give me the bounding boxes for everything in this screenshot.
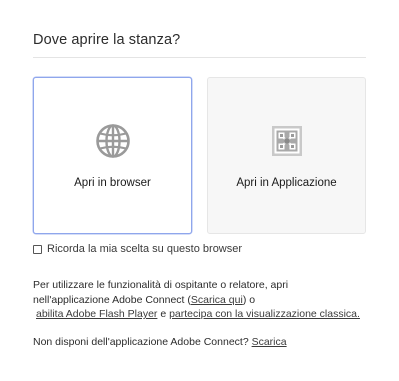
classic-view-link[interactable]: partecipa con la visualizzazione classic… (169, 308, 360, 320)
open-in-browser-label: Apri in browser (74, 177, 151, 189)
info-text: Per utilizzare le funzionalità di ospita… (33, 278, 373, 322)
open-in-application-label: Apri in Applicazione (236, 177, 337, 189)
remember-choice-checkbox[interactable] (33, 244, 42, 254)
info-line-3-middle: e (160, 308, 167, 320)
download-here-link[interactable]: Scarica qui (191, 294, 243, 306)
info-line-3: abilita Adobe Flash Player e partecipa c… (33, 307, 373, 322)
info-line-2-suffix: ) o (242, 293, 256, 306)
open-in-browser-option[interactable]: Apri in browser (33, 77, 192, 234)
info-line-1: Per utilizzare le funzionalità di ospita… (33, 279, 289, 291)
title-divider (33, 57, 366, 58)
enable-flash-player-link[interactable]: abilita Adobe Flash Player (36, 308, 157, 320)
dialog-title: Dove aprire la stanza? (33, 32, 181, 48)
open-room-dialog: Dove aprire la stanza? Apri in browser A… (0, 0, 399, 381)
globe-icon (95, 124, 130, 158)
no-app-text: Non disponi dell'applicazione Adobe Conn… (33, 336, 249, 348)
info-line-2: nell'applicazione Adobe Connect (Scarica… (33, 293, 373, 308)
remember-choice-label: Ricorda la mia scelta su questo browser (47, 243, 243, 255)
download-app-link[interactable]: Scarica (252, 336, 287, 348)
remember-choice-row[interactable]: Ricorda la mia scelta su questo browser (33, 243, 242, 255)
no-app-row: Non disponi dell'applicazione Adobe Conn… (33, 336, 287, 348)
open-in-application-option[interactable]: Apri in Applicazione (207, 77, 366, 234)
adobe-connect-app-icon (271, 126, 302, 156)
info-line-2-prefix: nell'applicazione Adobe Connect ( (33, 293, 191, 306)
